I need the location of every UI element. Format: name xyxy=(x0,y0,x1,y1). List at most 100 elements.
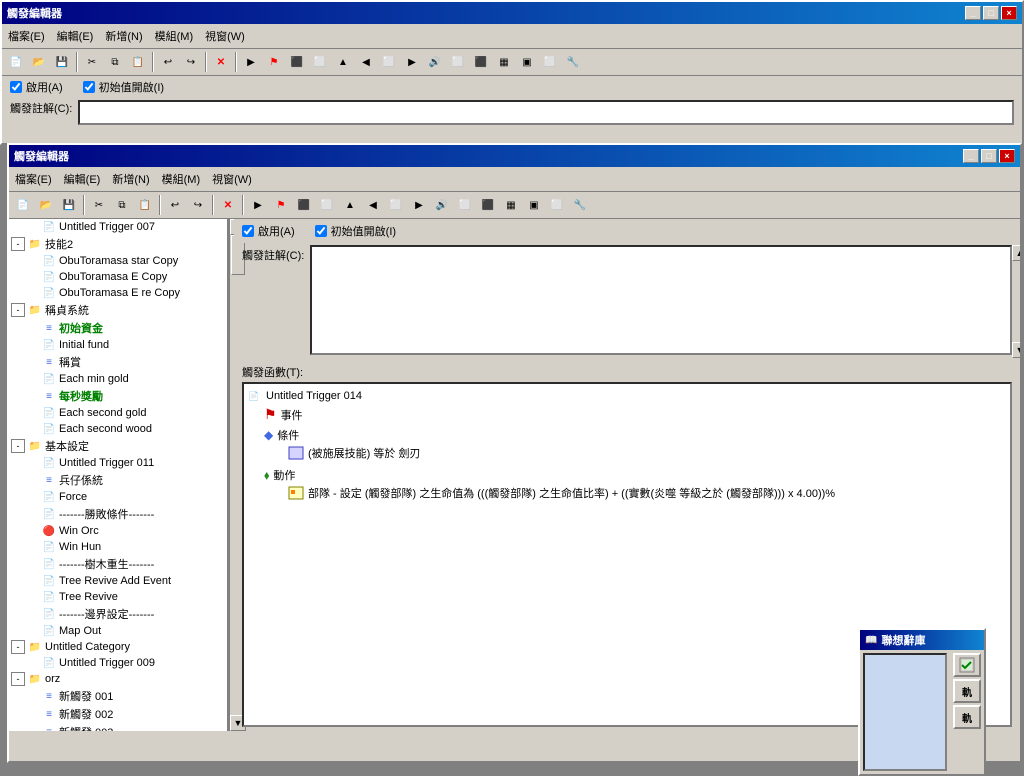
maximize-button[interactable]: □ xyxy=(981,149,997,163)
tb-cut[interactable]: ✂ xyxy=(88,194,110,216)
bg-tb-b5[interactable]: ⬜ xyxy=(378,51,400,73)
tb-b13[interactable]: 🔧 xyxy=(569,194,591,216)
bg-menu-window[interactable]: 視窗(W) xyxy=(199,26,251,46)
tree-toggle[interactable]: - xyxy=(11,303,25,317)
tree-toggle[interactable]: - xyxy=(11,640,25,654)
bg-tb-undo[interactable]: ↩ xyxy=(157,51,179,73)
tb-x[interactable]: ✕ xyxy=(217,194,239,216)
comment-scroll-up[interactable]: ▲ xyxy=(1012,245,1020,261)
tree-item[interactable]: 📄Each min gold xyxy=(9,371,227,387)
bg-minimize-button[interactable]: _ xyxy=(965,6,981,20)
comment-scrollbar[interactable]: ▲ ▼ xyxy=(1012,245,1020,358)
tree-item[interactable]: ≡新觸發 003 xyxy=(9,723,227,731)
bg-tb-b13[interactable]: 🔧 xyxy=(562,51,584,73)
tb-play[interactable]: ▶ xyxy=(247,194,269,216)
tb-open[interactable]: 📂 xyxy=(35,194,57,216)
bg-tb-b10[interactable]: ▦ xyxy=(493,51,515,73)
tree-item[interactable]: ≡初始資金 xyxy=(9,319,227,337)
initial-option[interactable]: 初始值開啟(I) xyxy=(315,223,396,239)
tb-b8[interactable]: ⬜ xyxy=(454,194,476,216)
menu-edit[interactable]: 編輯(E) xyxy=(58,169,107,189)
tb-b9[interactable]: ⬛ xyxy=(477,194,499,216)
tree-item[interactable]: 📄Initial fund xyxy=(9,337,227,353)
bg-tb-play[interactable]: ▶ xyxy=(240,51,262,73)
tree-item[interactable]: 📄Tree Revive Add Event xyxy=(9,573,227,589)
enabled-checkbox[interactable] xyxy=(242,225,254,237)
tree-item[interactable]: 📄ObuToramasa E re Copy xyxy=(9,285,227,301)
tree-item[interactable]: 📄Each second gold xyxy=(9,405,227,421)
bg-initial-checkbox[interactable] xyxy=(83,81,95,93)
bg-tb-b11[interactable]: ▣ xyxy=(516,51,538,73)
tb-b1[interactable]: ⬛ xyxy=(293,194,315,216)
bg-tb-save[interactable]: 💾 xyxy=(51,51,73,73)
bg-comment-textarea[interactable] xyxy=(78,100,1014,125)
tree-item[interactable]: -📁技能2 xyxy=(9,235,227,253)
tree-item[interactable]: 📄ObuToramasa star Copy xyxy=(9,253,227,269)
tree-item[interactable]: 📄Each second wood xyxy=(9,421,227,437)
tree-item[interactable]: -📁Untitled Category xyxy=(9,639,227,655)
bg-tb-new[interactable]: 📄 xyxy=(5,51,27,73)
tree-item[interactable]: 📄Map Out xyxy=(9,623,227,639)
bg-menu-module[interactable]: 模組(M) xyxy=(149,26,200,46)
tree-item[interactable]: -📁基本設定 xyxy=(9,437,227,455)
tb-b10[interactable]: ▦ xyxy=(500,194,522,216)
tree-item[interactable]: ≡稱賞 xyxy=(9,353,227,371)
popup-listbox[interactable] xyxy=(863,653,947,771)
bg-tb-redo[interactable]: ↪ xyxy=(180,51,202,73)
bg-tb-b1[interactable]: ⬛ xyxy=(286,51,308,73)
menu-module[interactable]: 模組(M) xyxy=(156,169,207,189)
tree-item[interactable]: ≡兵仔係統 xyxy=(9,471,227,489)
tree-item[interactable]: 📄Force xyxy=(9,489,227,505)
tb-b12[interactable]: ⬜ xyxy=(546,194,568,216)
comment-textarea[interactable] xyxy=(310,245,1012,355)
tree-item[interactable]: 🔴Win Orc xyxy=(9,523,227,539)
condition-header[interactable]: ◆ 條件 xyxy=(264,427,1006,443)
bg-menu-edit[interactable]: 編輯(E) xyxy=(51,26,100,46)
tree-item[interactable]: -📁稱貞系統 xyxy=(9,301,227,319)
minimize-button[interactable]: _ xyxy=(963,149,979,163)
tb-b3[interactable]: ▲ xyxy=(339,194,361,216)
menu-window[interactable]: 視窗(W) xyxy=(206,169,258,189)
tree-item[interactable]: 📄-------樹木重生------- xyxy=(9,555,227,573)
bg-tb-b8[interactable]: ⬜ xyxy=(447,51,469,73)
bg-enabled-checkbox[interactable] xyxy=(10,81,22,93)
bg-tb-b12[interactable]: ⬜ xyxy=(539,51,561,73)
bg-initial-check[interactable]: 初始值開啟(I) xyxy=(83,79,164,95)
tb-b2[interactable]: ⬜ xyxy=(316,194,338,216)
bg-menu-new[interactable]: 新增(N) xyxy=(99,26,148,46)
bg-tb-paste[interactable]: 📋 xyxy=(127,51,149,73)
tb-copy[interactable]: ⧉ xyxy=(111,194,133,216)
bg-enabled-check[interactable]: 啟用(A) xyxy=(10,79,63,95)
bg-tb-b6[interactable]: ▶ xyxy=(401,51,423,73)
popup-btn-checkmark[interactable] xyxy=(953,653,981,677)
menu-file[interactable]: 檔案(E) xyxy=(9,169,58,189)
tree-item[interactable]: 📄-------勝敗條件------- xyxy=(9,505,227,523)
bg-close-button[interactable]: × xyxy=(1001,6,1017,20)
bg-tb-copy[interactable]: ⧉ xyxy=(104,51,126,73)
bg-tb-b4[interactable]: ◀ xyxy=(355,51,377,73)
tree-toggle[interactable]: - xyxy=(11,439,25,453)
tb-new[interactable]: 📄 xyxy=(12,194,34,216)
bg-tb-b3[interactable]: ▲ xyxy=(332,51,354,73)
tb-b5[interactable]: ⬜ xyxy=(385,194,407,216)
tb-b7[interactable]: 🔊 xyxy=(431,194,453,216)
tree-item[interactable]: 📄Win Hun xyxy=(9,539,227,555)
tree-item[interactable]: 📄Tree Revive xyxy=(9,589,227,605)
bg-tb-b9[interactable]: ⬛ xyxy=(470,51,492,73)
tree-item[interactable]: 📄Untitled Trigger 007 xyxy=(9,219,227,235)
bg-tb-cut[interactable]: ✂ xyxy=(81,51,103,73)
tree-item[interactable]: ≡新觸發 002 xyxy=(9,705,227,723)
tree-toggle[interactable]: - xyxy=(11,237,25,251)
tb-undo[interactable]: ↩ xyxy=(164,194,186,216)
close-button[interactable]: × xyxy=(999,149,1015,163)
tree-item[interactable]: ≡每秒獎勵 xyxy=(9,387,227,405)
tree-item[interactable]: -📁orz xyxy=(9,671,227,687)
bg-tb-open[interactable]: 📂 xyxy=(28,51,50,73)
tree-item[interactable]: 📄Untitled Trigger 011 xyxy=(9,455,227,471)
tree-item[interactable]: 📄ObuToramasa E Copy xyxy=(9,269,227,285)
tree-item[interactable]: ≡新觸發 001 xyxy=(9,687,227,705)
comment-scroll-down[interactable]: ▼ xyxy=(1012,342,1020,358)
tb-b6[interactable]: ▶ xyxy=(408,194,430,216)
popup-btn-rail1[interactable]: 軌 xyxy=(953,679,981,703)
tree-item[interactable]: 📄-------邊界設定------- xyxy=(9,605,227,623)
